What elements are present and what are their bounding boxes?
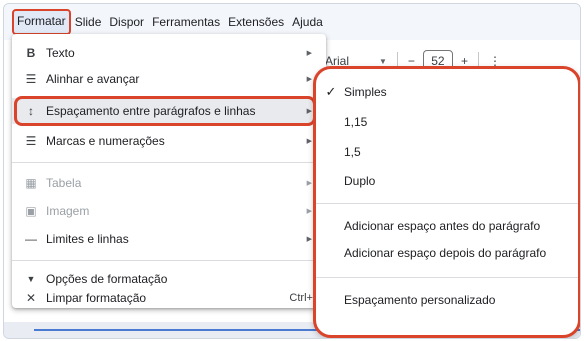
custom-spacing-option[interactable]: Espaçamento personalizado: [316, 287, 578, 313]
format-menu-item-label: Alinhar e avançar: [46, 72, 140, 86]
format-menu-item-tabela: ▦ Tabela ▶: [12, 170, 326, 196]
menu-ajuda[interactable]: Ajuda: [288, 11, 327, 33]
submenu-arrow-icon: ▶: [306, 76, 312, 83]
spacing-option-label: 1,5: [344, 145, 361, 159]
menu-formatar[interactable]: Formatar: [12, 9, 71, 35]
format-menu-item-imagem: ▣ Imagem ▶: [12, 198, 326, 224]
table-icon: ▦: [25, 176, 37, 190]
add-space-after-option[interactable]: Adicionar espaço depois do parágrafo: [316, 240, 578, 266]
format-menu-item-alinhar[interactable]: ☰ Alinhar e avançar ▶: [12, 66, 326, 92]
add-space-before-option[interactable]: Adicionar espaço antes do parágrafo: [316, 213, 578, 239]
submenu-arrow-icon: ▶: [306, 138, 312, 145]
menu-divider: [316, 203, 578, 204]
menu-divider: [316, 277, 578, 278]
image-icon: ▣: [25, 204, 37, 218]
submenu-arrow-icon: ▶: [306, 208, 312, 215]
format-menu-item-marcas[interactable]: ☰ Marcas e numerações ▶: [12, 128, 326, 154]
submenu-arrow-icon: ▶: [306, 180, 312, 187]
clear-formatting-icon: ✕: [25, 291, 37, 305]
format-menu-item-label: Opções de formatação: [46, 272, 168, 286]
line-spacing-icon: ↕: [28, 104, 34, 118]
format-menu-item-label: Limites e linhas: [46, 232, 129, 246]
format-menu-item-limites[interactable]: — Limites e linhas ▶: [12, 226, 326, 252]
shortcut-label: Ctrl+\: [289, 292, 316, 304]
format-menu-item-label: Tabela: [46, 176, 82, 190]
submenu-arrow-icon: ▶: [306, 108, 312, 115]
spacing-option-label: Duplo: [344, 174, 376, 188]
format-menu-item-label: Texto: [46, 46, 75, 60]
format-menu: B Texto ▶ ☰ Alinhar e avançar ▶ ↕ Espaça…: [12, 34, 326, 308]
align-indent-icon: ☰: [25, 72, 37, 86]
submenu-arrow-icon: ▶: [306, 236, 312, 243]
format-options-icon: ▼: [26, 274, 36, 284]
bold-icon: B: [26, 46, 36, 60]
format-menu-item-label: Limpar formatação: [46, 291, 147, 305]
app-window: Formatar Slide Dispor Ferramentas Extens…: [3, 3, 581, 339]
format-menu-item-label: Espaçamento entre parágrafos e linhas: [46, 104, 256, 118]
spacing-option-simples[interactable]: ✓ Simples: [316, 79, 578, 105]
menu-divider: [12, 260, 326, 261]
borders-lines-icon: —: [25, 232, 37, 246]
menu-ferramentas[interactable]: Ferramentas: [148, 11, 224, 33]
spacing-option-label: Adicionar espaço antes do parágrafo: [344, 219, 541, 233]
menu-extensoes[interactable]: Extensões: [224, 11, 288, 33]
bullet-list-icon: ☰: [25, 134, 37, 148]
format-menu-item-texto[interactable]: B Texto ▶: [12, 40, 326, 66]
checkmark-icon: ✓: [325, 84, 337, 99]
format-menu-item-espacamento[interactable]: ↕ Espaçamento entre parágrafos e linhas …: [12, 98, 326, 124]
spacing-option-label: Espaçamento personalizado: [344, 293, 496, 307]
spacing-option-1-15[interactable]: 1,15: [316, 109, 578, 135]
chevron-down-icon[interactable]: ▼: [379, 57, 387, 66]
spacing-option-1-5[interactable]: 1,5: [316, 139, 578, 165]
submenu-arrow-icon: ▶: [306, 50, 312, 57]
menu-dispor[interactable]: Dispor: [105, 11, 148, 33]
menu-divider: [12, 162, 326, 163]
spacing-submenu: ✓ Simples 1,15 1,5 Duplo Adicionar espaç…: [313, 66, 580, 338]
format-menu-item-label: Marcas e numerações: [46, 134, 165, 148]
spacing-option-label: 1,15: [344, 115, 368, 129]
spacing-option-duplo[interactable]: Duplo: [316, 168, 578, 194]
menu-slide[interactable]: Slide: [71, 11, 106, 33]
spacing-option-label: Simples: [344, 85, 387, 99]
format-menu-item-label: Imagem: [46, 204, 90, 218]
spacing-option-label: Adicionar espaço depois do parágrafo: [344, 246, 547, 260]
format-menu-item-limpar[interactable]: ✕ Limpar formatação Ctrl+\: [12, 288, 326, 308]
